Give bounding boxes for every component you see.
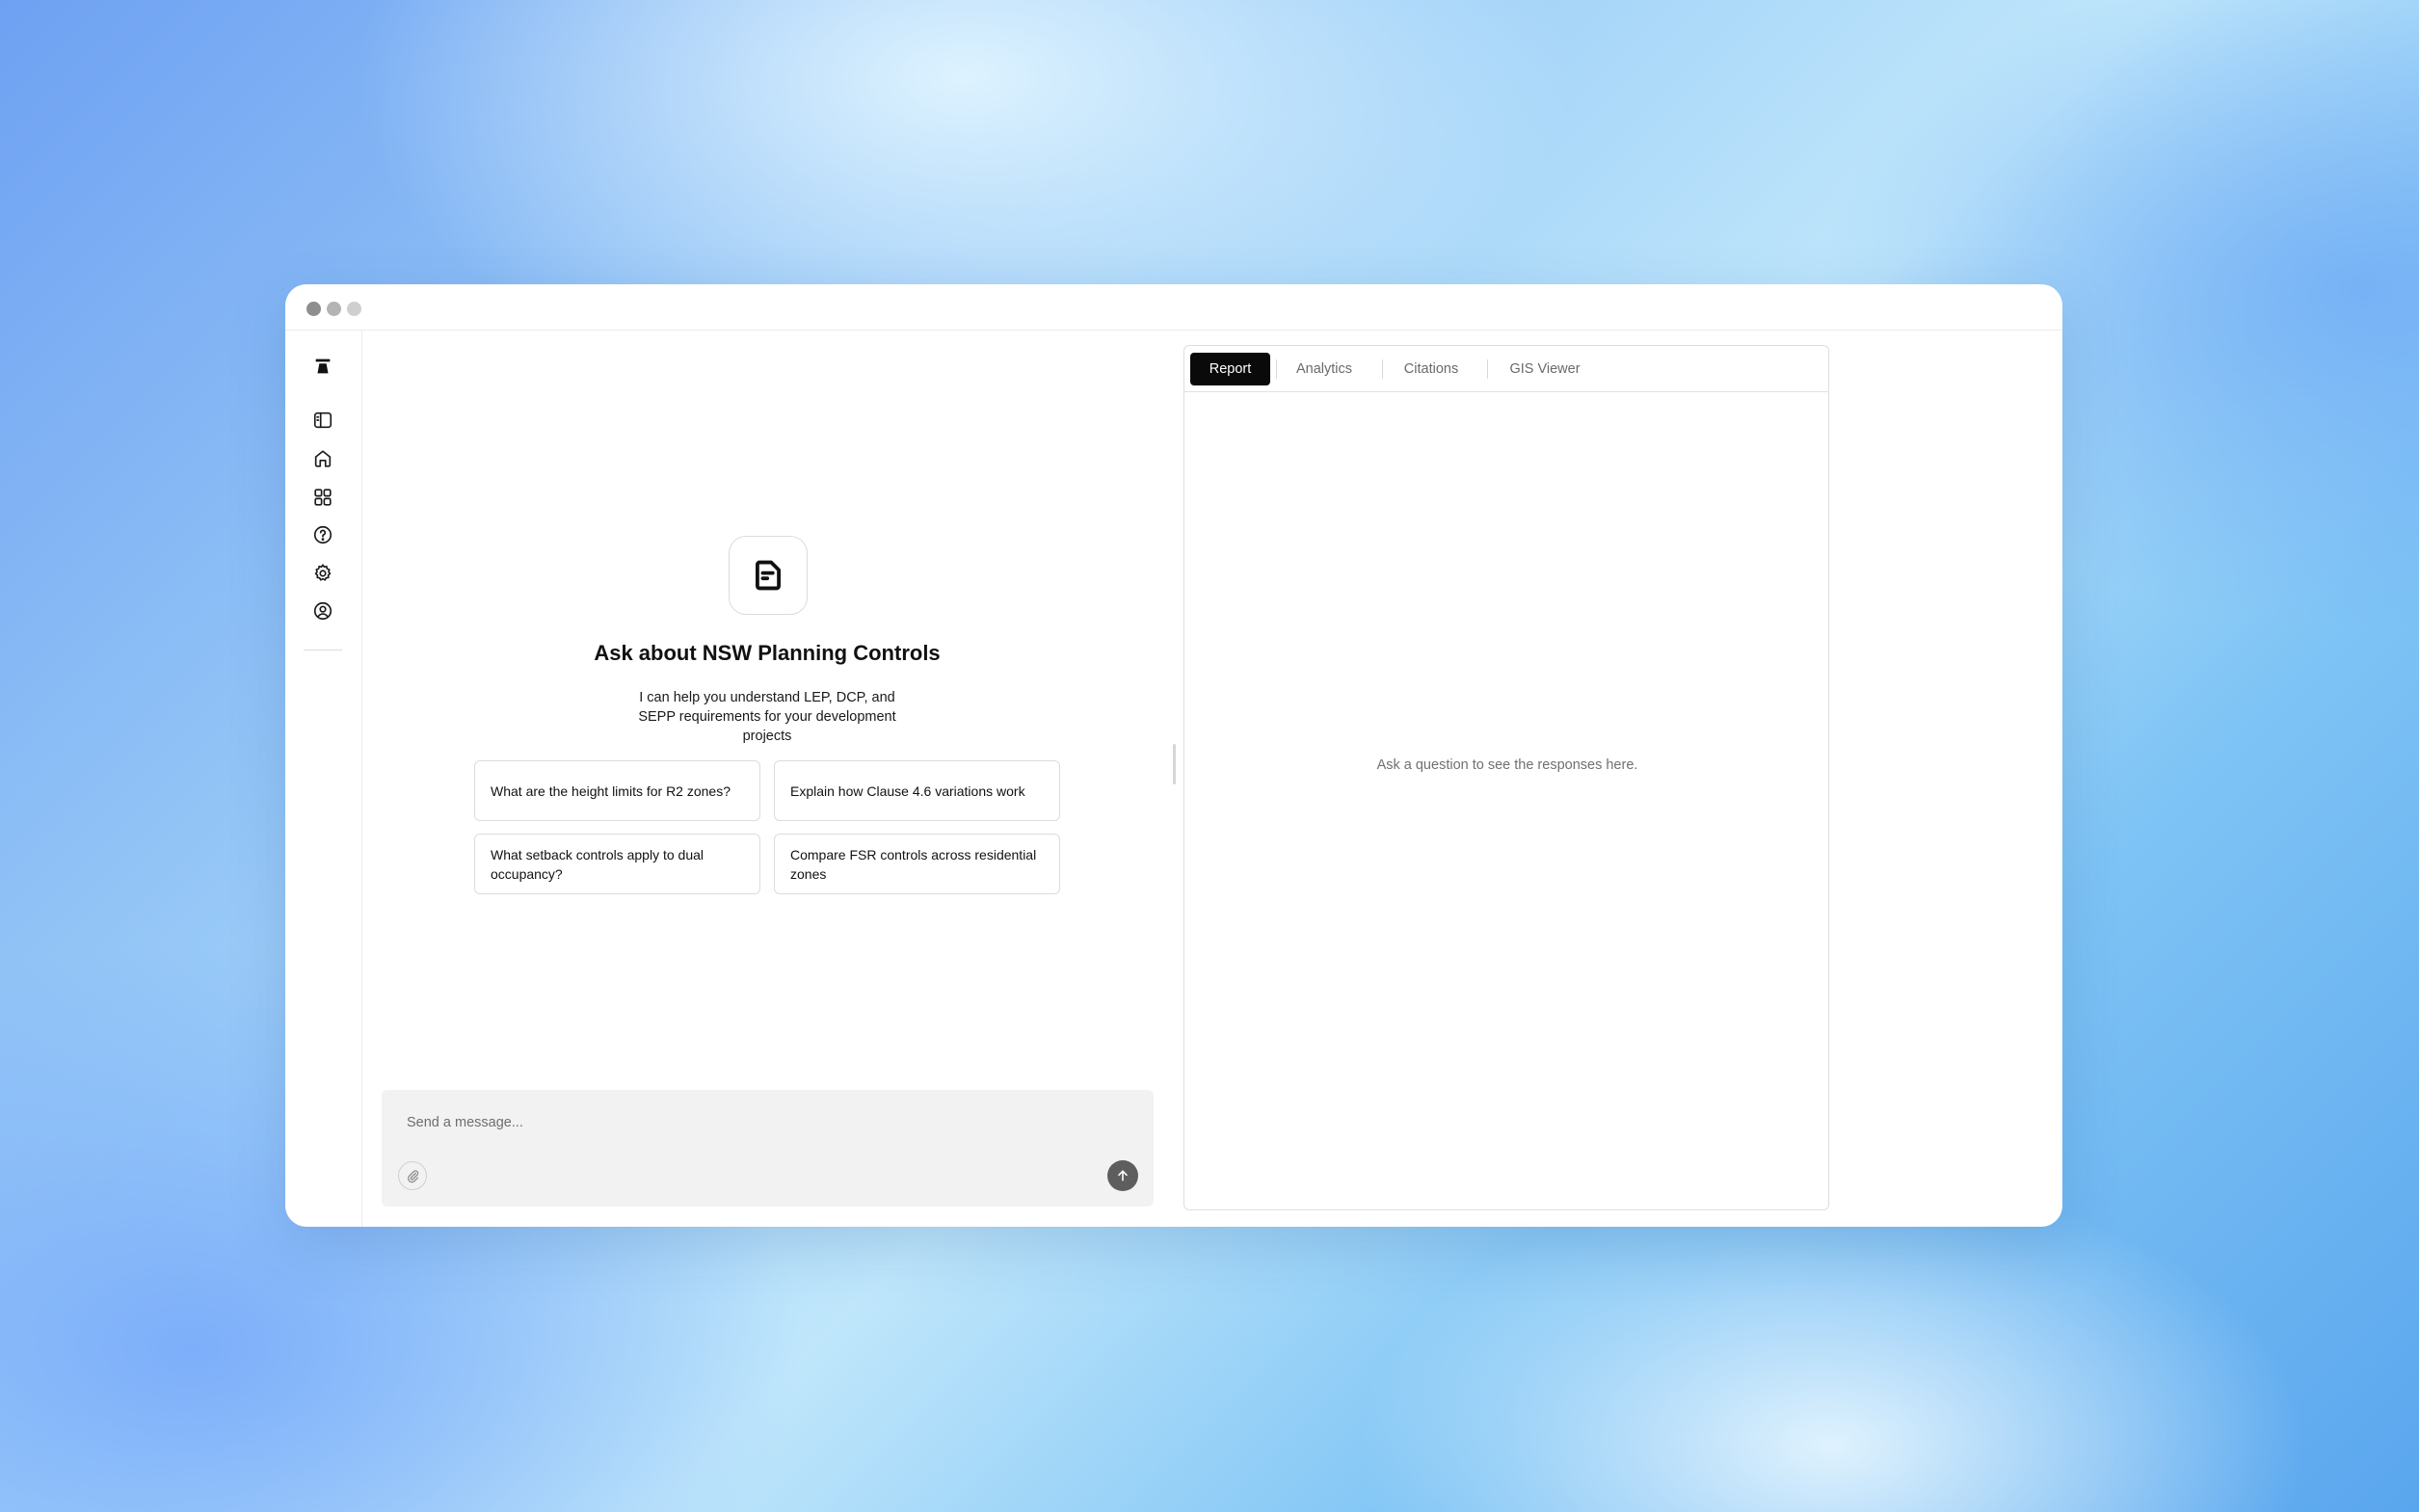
user-circle-icon[interactable] bbox=[311, 599, 334, 623]
page-title: Ask about NSW Planning Controls bbox=[594, 641, 941, 665]
tab-divider bbox=[1382, 359, 1383, 379]
sidebar-panel-icon[interactable] bbox=[311, 409, 334, 432]
gear-icon[interactable] bbox=[311, 562, 334, 585]
tab-citations[interactable]: Citations bbox=[1395, 353, 1468, 385]
message-composer bbox=[382, 1090, 1154, 1207]
tab-divider bbox=[1276, 359, 1277, 379]
panel-tabs: Report Analytics Citations GIS Viewer bbox=[1184, 346, 1828, 392]
tab-divider bbox=[1487, 359, 1488, 379]
window-close-button[interactable] bbox=[306, 302, 321, 316]
suggestion-card[interactable]: Explain how Clause 4.6 variations work bbox=[774, 760, 1060, 821]
panel-resize-handle[interactable] bbox=[1173, 744, 1176, 784]
tab-gis-viewer[interactable]: GIS Viewer bbox=[1503, 353, 1586, 385]
message-input[interactable] bbox=[405, 1107, 1025, 1138]
tab-analytics[interactable]: Analytics bbox=[1288, 353, 1361, 385]
document-icon bbox=[729, 536, 808, 615]
results-panel: Report Analytics Citations GIS Viewer As… bbox=[1183, 345, 1829, 1210]
tab-report[interactable]: Report bbox=[1190, 353, 1270, 385]
logo-icon[interactable] bbox=[311, 355, 334, 378]
attach-button[interactable] bbox=[398, 1161, 427, 1190]
home-icon[interactable] bbox=[311, 447, 334, 470]
grid-icon[interactable] bbox=[311, 486, 334, 509]
window-minimize-button[interactable] bbox=[327, 302, 341, 316]
chat-area: Ask about NSW Planning Controls I can he… bbox=[362, 331, 1172, 1227]
arrow-up-icon bbox=[1118, 1170, 1128, 1181]
paperclip-icon bbox=[407, 1169, 418, 1182]
app-window: Ask about NSW Planning Controls I can he… bbox=[285, 284, 2062, 1227]
empty-state-message: Ask a question to see the responses here… bbox=[1376, 757, 1638, 773]
send-button[interactable] bbox=[1107, 1160, 1138, 1191]
page-subtitle: I can help you understand LEP, DCP, and … bbox=[638, 690, 896, 744]
suggestion-card[interactable]: What setback controls apply to dual occu… bbox=[474, 834, 760, 894]
title-bar bbox=[285, 284, 2062, 331]
window-maximize-button[interactable] bbox=[347, 302, 361, 316]
suggestion-card[interactable]: What are the height limits for R2 zones? bbox=[474, 760, 760, 821]
sidebar bbox=[285, 331, 362, 1227]
help-circle-icon[interactable] bbox=[311, 523, 334, 546]
suggestion-card[interactable]: Compare FSR controls across residential … bbox=[774, 834, 1060, 894]
